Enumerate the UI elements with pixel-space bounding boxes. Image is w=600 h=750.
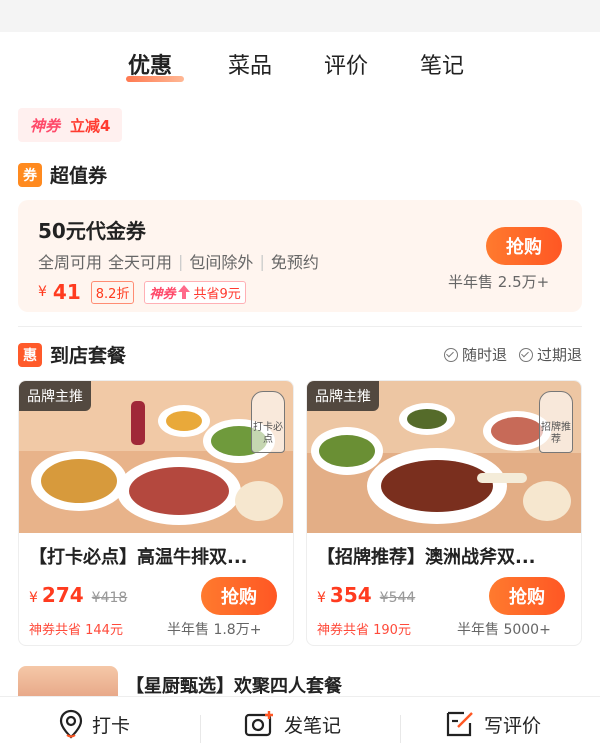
promo-brand: 神券 <box>30 116 61 135</box>
refund-flags: 随时退 过期退 <box>443 344 582 365</box>
package-buy-button[interactable]: 抢购 <box>489 577 565 615</box>
refund-expired: 过期退 <box>518 344 582 365</box>
package-section-title: 到店套餐 <box>50 345 127 367</box>
signature-stamp: 招牌推荐 <box>539 391 573 453</box>
currency-symbol: ¥ <box>38 284 47 300</box>
package-card-next[interactable]: 【星厨甄选】欢聚四人套餐 <box>18 666 582 700</box>
voucher-tag: 免预约 <box>270 253 319 272</box>
coupon-promo-pill[interactable]: 神券 立减4 <box>18 108 123 142</box>
refund-expired-label: 过期退 <box>536 346 582 364</box>
bar-divider <box>200 715 201 743</box>
post-note-label: 发笔记 <box>284 714 342 737</box>
package-price-row: ¥ 274 ¥418 <box>29 583 127 607</box>
package-buy-button[interactable]: 抢购 <box>201 577 277 615</box>
write-review-label: 写评价 <box>484 714 542 737</box>
voucher-tag: 全天可用 <box>108 253 173 272</box>
package-photo: 品牌主推 打卡必点 <box>19 381 293 533</box>
package-section-header: 惠 到店套餐 <box>18 341 126 368</box>
tab-notes[interactable]: 笔记 <box>420 48 464 80</box>
saving-brand: 神券 <box>149 286 176 302</box>
saving-text: 共省9元 <box>193 286 241 302</box>
voucher-sold-count: 半年售 2.5万+ <box>448 273 550 291</box>
package-price: 274 <box>41 583 84 607</box>
package-saving: 神券共省 190元 <box>317 623 411 638</box>
top-status-strip <box>0 0 600 18</box>
package-price: 354 <box>329 583 372 607</box>
checkin-label: 打卡 <box>92 714 131 737</box>
brand-recommend-tag: 品牌主推 <box>307 381 379 411</box>
voucher-title: 50元代金券 <box>38 219 146 243</box>
package-badge-icon: 惠 <box>18 342 42 367</box>
package-original-price: ¥544 <box>379 590 416 606</box>
package-saving: 神券共省 144元 <box>29 623 123 638</box>
package-price-row: ¥ 354 ¥544 <box>317 583 415 607</box>
brand-recommend-tag: 品牌主推 <box>19 381 91 411</box>
bottom-action-bar: 打卡 发笔记 写评价 <box>0 696 600 750</box>
write-review-button[interactable]: 写评价 <box>444 697 541 750</box>
saving-badge: 神券 共省9元 <box>144 280 246 304</box>
voucher-section-title: 超值券 <box>50 165 108 187</box>
currency-symbol: ¥ <box>317 590 326 606</box>
post-note-button[interactable]: 发笔记 <box>244 697 341 750</box>
checkin-button[interactable]: 打卡 <box>58 697 130 750</box>
next-package-title: 【星厨甄选】欢聚四人套餐 <box>126 676 342 697</box>
next-package-thumbnail <box>18 666 118 696</box>
voucher-price-row: ¥ 41 8.2折 神券 共省9元 <box>38 280 246 304</box>
package-sold-count: 半年售 1.8万+ <box>167 622 262 638</box>
voucher-section-header: 券 超值券 <box>18 161 107 188</box>
tab-reviews[interactable]: 评价 <box>324 48 368 80</box>
arrow-up-icon <box>178 285 191 299</box>
edit-review-icon <box>446 711 473 737</box>
camera-plus-icon <box>244 711 273 737</box>
tag-separator: | <box>178 251 184 271</box>
top-gap <box>0 18 600 32</box>
tab-bar: 优惠 菜品 评价 笔记 <box>0 48 600 88</box>
package-card[interactable]: 品牌主推 招牌推荐 【招牌推荐】澳洲战斧双... ¥ 354 ¥544 神券共省… <box>306 380 582 646</box>
voucher-badge-icon: 券 <box>18 162 42 187</box>
package-title: 【招牌推荐】澳洲战斧双... <box>317 547 536 568</box>
package-sold-count: 半年售 5000+ <box>457 622 551 638</box>
package-photo: 品牌主推 招牌推荐 <box>307 381 581 533</box>
checkin-stamp: 打卡必点 <box>251 391 285 453</box>
voucher-tag: 包间除外 <box>189 253 254 272</box>
bar-divider <box>400 715 401 743</box>
discount-badge: 8.2折 <box>90 280 135 304</box>
voucher-buy-button[interactable]: 抢购 <box>486 227 562 265</box>
voucher-tags: 全周可用 全天可用 | 包间除外 | 免预约 <box>38 249 319 273</box>
tab-dishes[interactable]: 菜品 <box>228 48 272 80</box>
package-original-price: ¥418 <box>91 590 128 606</box>
location-pin-icon <box>59 709 83 739</box>
voucher-price: 41 <box>52 280 81 304</box>
package-card[interactable]: 品牌主推 打卡必点 【打卡必点】高温牛排双... ¥ 274 ¥418 神券共省… <box>18 380 294 646</box>
package-title: 【打卡必点】高温牛排双... <box>29 547 248 568</box>
refund-anytime: 随时退 <box>443 344 507 365</box>
promo-text: 立减4 <box>70 116 111 135</box>
currency-symbol: ¥ <box>29 590 38 606</box>
section-divider <box>18 326 582 327</box>
check-circle-icon <box>518 347 533 362</box>
voucher-card[interactable]: 50元代金券 全周可用 全天可用 | 包间除外 | 免预约 ¥ 41 8.2折 … <box>18 200 582 312</box>
refund-anytime-label: 随时退 <box>461 346 507 364</box>
voucher-tag: 全周可用 <box>38 253 103 272</box>
tab-offers[interactable]: 优惠 <box>128 48 172 80</box>
check-circle-icon <box>443 347 458 362</box>
tag-separator: | <box>259 251 265 271</box>
